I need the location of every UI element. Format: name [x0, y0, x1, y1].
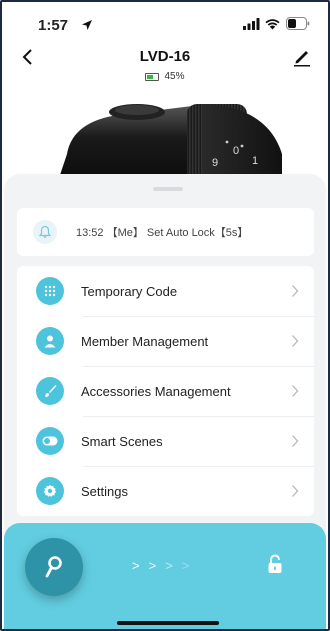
phone-frame: 1:57 LVD-16 45% 9 0 1 13:52 【Me】 Set Aut… — [0, 0, 330, 631]
slide-arrow: > — [165, 558, 173, 573]
battery-icon — [286, 17, 310, 30]
chevron-right-icon — [292, 335, 299, 347]
lock-digit-1: 1 — [252, 155, 258, 167]
menu-item-smart-scenes[interactable]: Smart Scenes — [17, 416, 314, 466]
toggle-icon — [36, 427, 64, 455]
person-icon — [36, 327, 64, 355]
keypad-grid-icon — [36, 277, 64, 305]
unlocked-padlock-icon — [268, 554, 282, 573]
edit-pencil-icon[interactable] — [293, 47, 311, 67]
lock-battery-icon — [145, 72, 160, 81]
menu-item-label: Temporary Code — [81, 283, 178, 299]
chevron-right-icon — [292, 285, 299, 297]
page-title: LVD-16 — [139, 48, 191, 65]
menu-item-accessories-management[interactable]: Accessories Management — [17, 366, 314, 416]
menu-card: Temporary Code Member Management Accesso… — [17, 266, 314, 516]
chevron-right-icon — [292, 485, 299, 497]
lock-battery-percent: 45% — [164, 71, 185, 82]
chevron-right-icon — [292, 385, 299, 397]
unlock-key-button[interactable] — [25, 538, 83, 596]
recent-log-text: 13:52 【Me】 Set Auto Lock【5s】 — [76, 227, 249, 239]
slide-arrow: > — [132, 558, 140, 573]
menu-item-label: Smart Scenes — [81, 433, 163, 449]
menu-item-label: Settings — [81, 483, 128, 499]
menu-item-label: Accessories Management — [81, 383, 231, 399]
home-indicator — [117, 621, 219, 625]
slide-to-unlock-area[interactable]: > > > > — [4, 523, 326, 629]
menu-item-label: Member Management — [81, 333, 209, 349]
location-arrow-icon — [82, 20, 92, 30]
bell-icon — [33, 220, 57, 244]
status-bar: 1:57 — [2, 2, 328, 42]
lock-digit-0: 0 — [233, 145, 239, 157]
menu-item-member-management[interactable]: Member Management — [17, 316, 314, 366]
slide-arrow: > — [148, 558, 157, 573]
brush-icon — [36, 377, 64, 405]
cellular-signal-icon — [243, 18, 260, 30]
recent-log-card[interactable]: 13:52 【Me】 Set Auto Lock【5s】 — [17, 208, 314, 256]
sheet-drag-handle[interactable] — [153, 187, 183, 191]
slide-arrow: > — [181, 558, 190, 573]
menu-item-temporary-code[interactable]: Temporary Code — [17, 266, 314, 316]
slide-arrows: > > > > — [132, 558, 189, 573]
status-time: 1:57 — [38, 17, 69, 34]
key-icon — [45, 556, 62, 578]
lock-product-image: 9 0 1 — [42, 84, 292, 184]
lock-battery-status: 45% — [2, 71, 328, 82]
menu-item-settings[interactable]: Settings — [17, 466, 314, 516]
gear-icon — [36, 477, 64, 505]
wifi-icon — [265, 19, 280, 30]
chevron-right-icon — [292, 435, 299, 447]
lock-digit-9: 9 — [212, 157, 218, 169]
